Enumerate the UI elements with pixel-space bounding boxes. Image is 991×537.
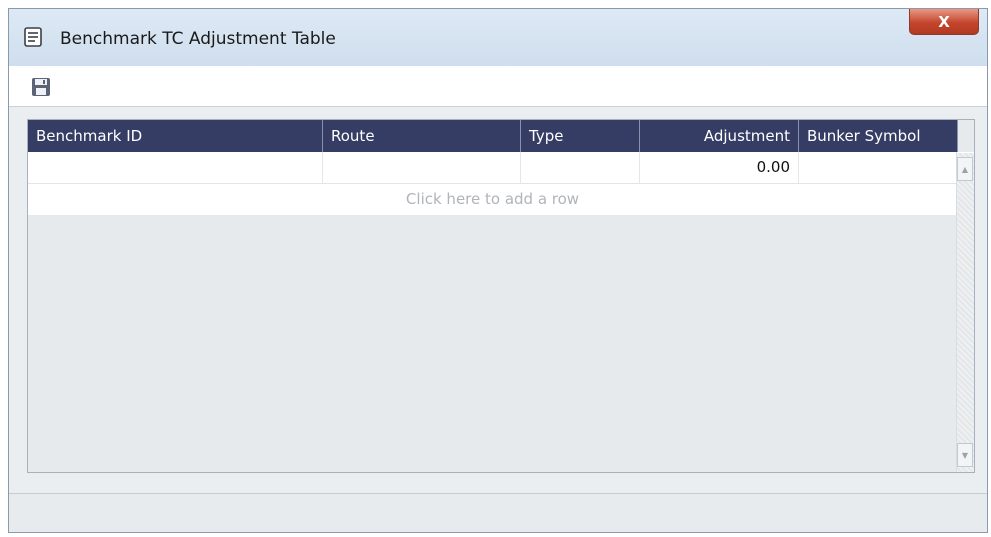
scroll-up-button[interactable]: ▲ bbox=[957, 157, 973, 181]
window-title: Benchmark TC Adjustment Table bbox=[60, 29, 336, 49]
column-header-adjustment[interactable]: Adjustment bbox=[640, 120, 799, 152]
cell-route[interactable] bbox=[323, 152, 521, 183]
add-row-button[interactable]: Click here to add a row bbox=[28, 184, 957, 215]
column-header-bunker-symbol[interactable]: Bunker Symbol bbox=[799, 120, 958, 152]
toolbar bbox=[9, 66, 987, 107]
cell-benchmark-id[interactable] bbox=[28, 152, 323, 183]
cell-type[interactable] bbox=[521, 152, 640, 183]
save-icon[interactable] bbox=[31, 77, 51, 97]
status-bar bbox=[9, 493, 987, 532]
benchmark-tc-adjustment-window: Benchmark TC Adjustment Table X Benchmar… bbox=[8, 8, 988, 533]
table-row[interactable]: 0.00 bbox=[28, 152, 957, 184]
grid-header: Benchmark ID Route Type Adjustment Bunke… bbox=[28, 120, 958, 152]
cell-adjustment[interactable]: 0.00 bbox=[640, 152, 799, 183]
title-bar: Benchmark TC Adjustment Table X bbox=[9, 9, 987, 67]
scrollbar-cap bbox=[957, 152, 974, 153]
column-header-route[interactable]: Route bbox=[323, 120, 521, 152]
column-header-type[interactable]: Type bbox=[521, 120, 640, 152]
close-button[interactable]: X bbox=[909, 9, 979, 35]
vertical-scrollbar[interactable]: ▲ ▼ bbox=[956, 152, 974, 472]
adjustment-grid: Benchmark ID Route Type Adjustment Bunke… bbox=[27, 119, 975, 473]
cell-bunker-symbol[interactable] bbox=[799, 152, 957, 183]
column-header-benchmark-id[interactable]: Benchmark ID bbox=[28, 120, 323, 152]
scroll-down-button[interactable]: ▼ bbox=[957, 443, 973, 467]
document-icon bbox=[23, 27, 43, 47]
